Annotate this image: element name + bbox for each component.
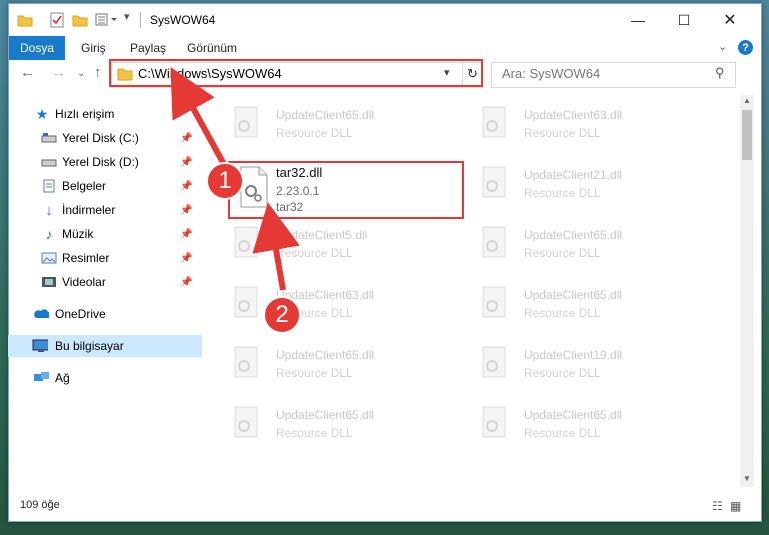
arrow-to-address	[170, 66, 229, 170]
annotation-arrows	[170, 66, 300, 291]
step-badge-1: 1	[206, 162, 244, 200]
arrow-to-file	[252, 202, 300, 291]
step-badge-2: 2	[263, 296, 301, 334]
